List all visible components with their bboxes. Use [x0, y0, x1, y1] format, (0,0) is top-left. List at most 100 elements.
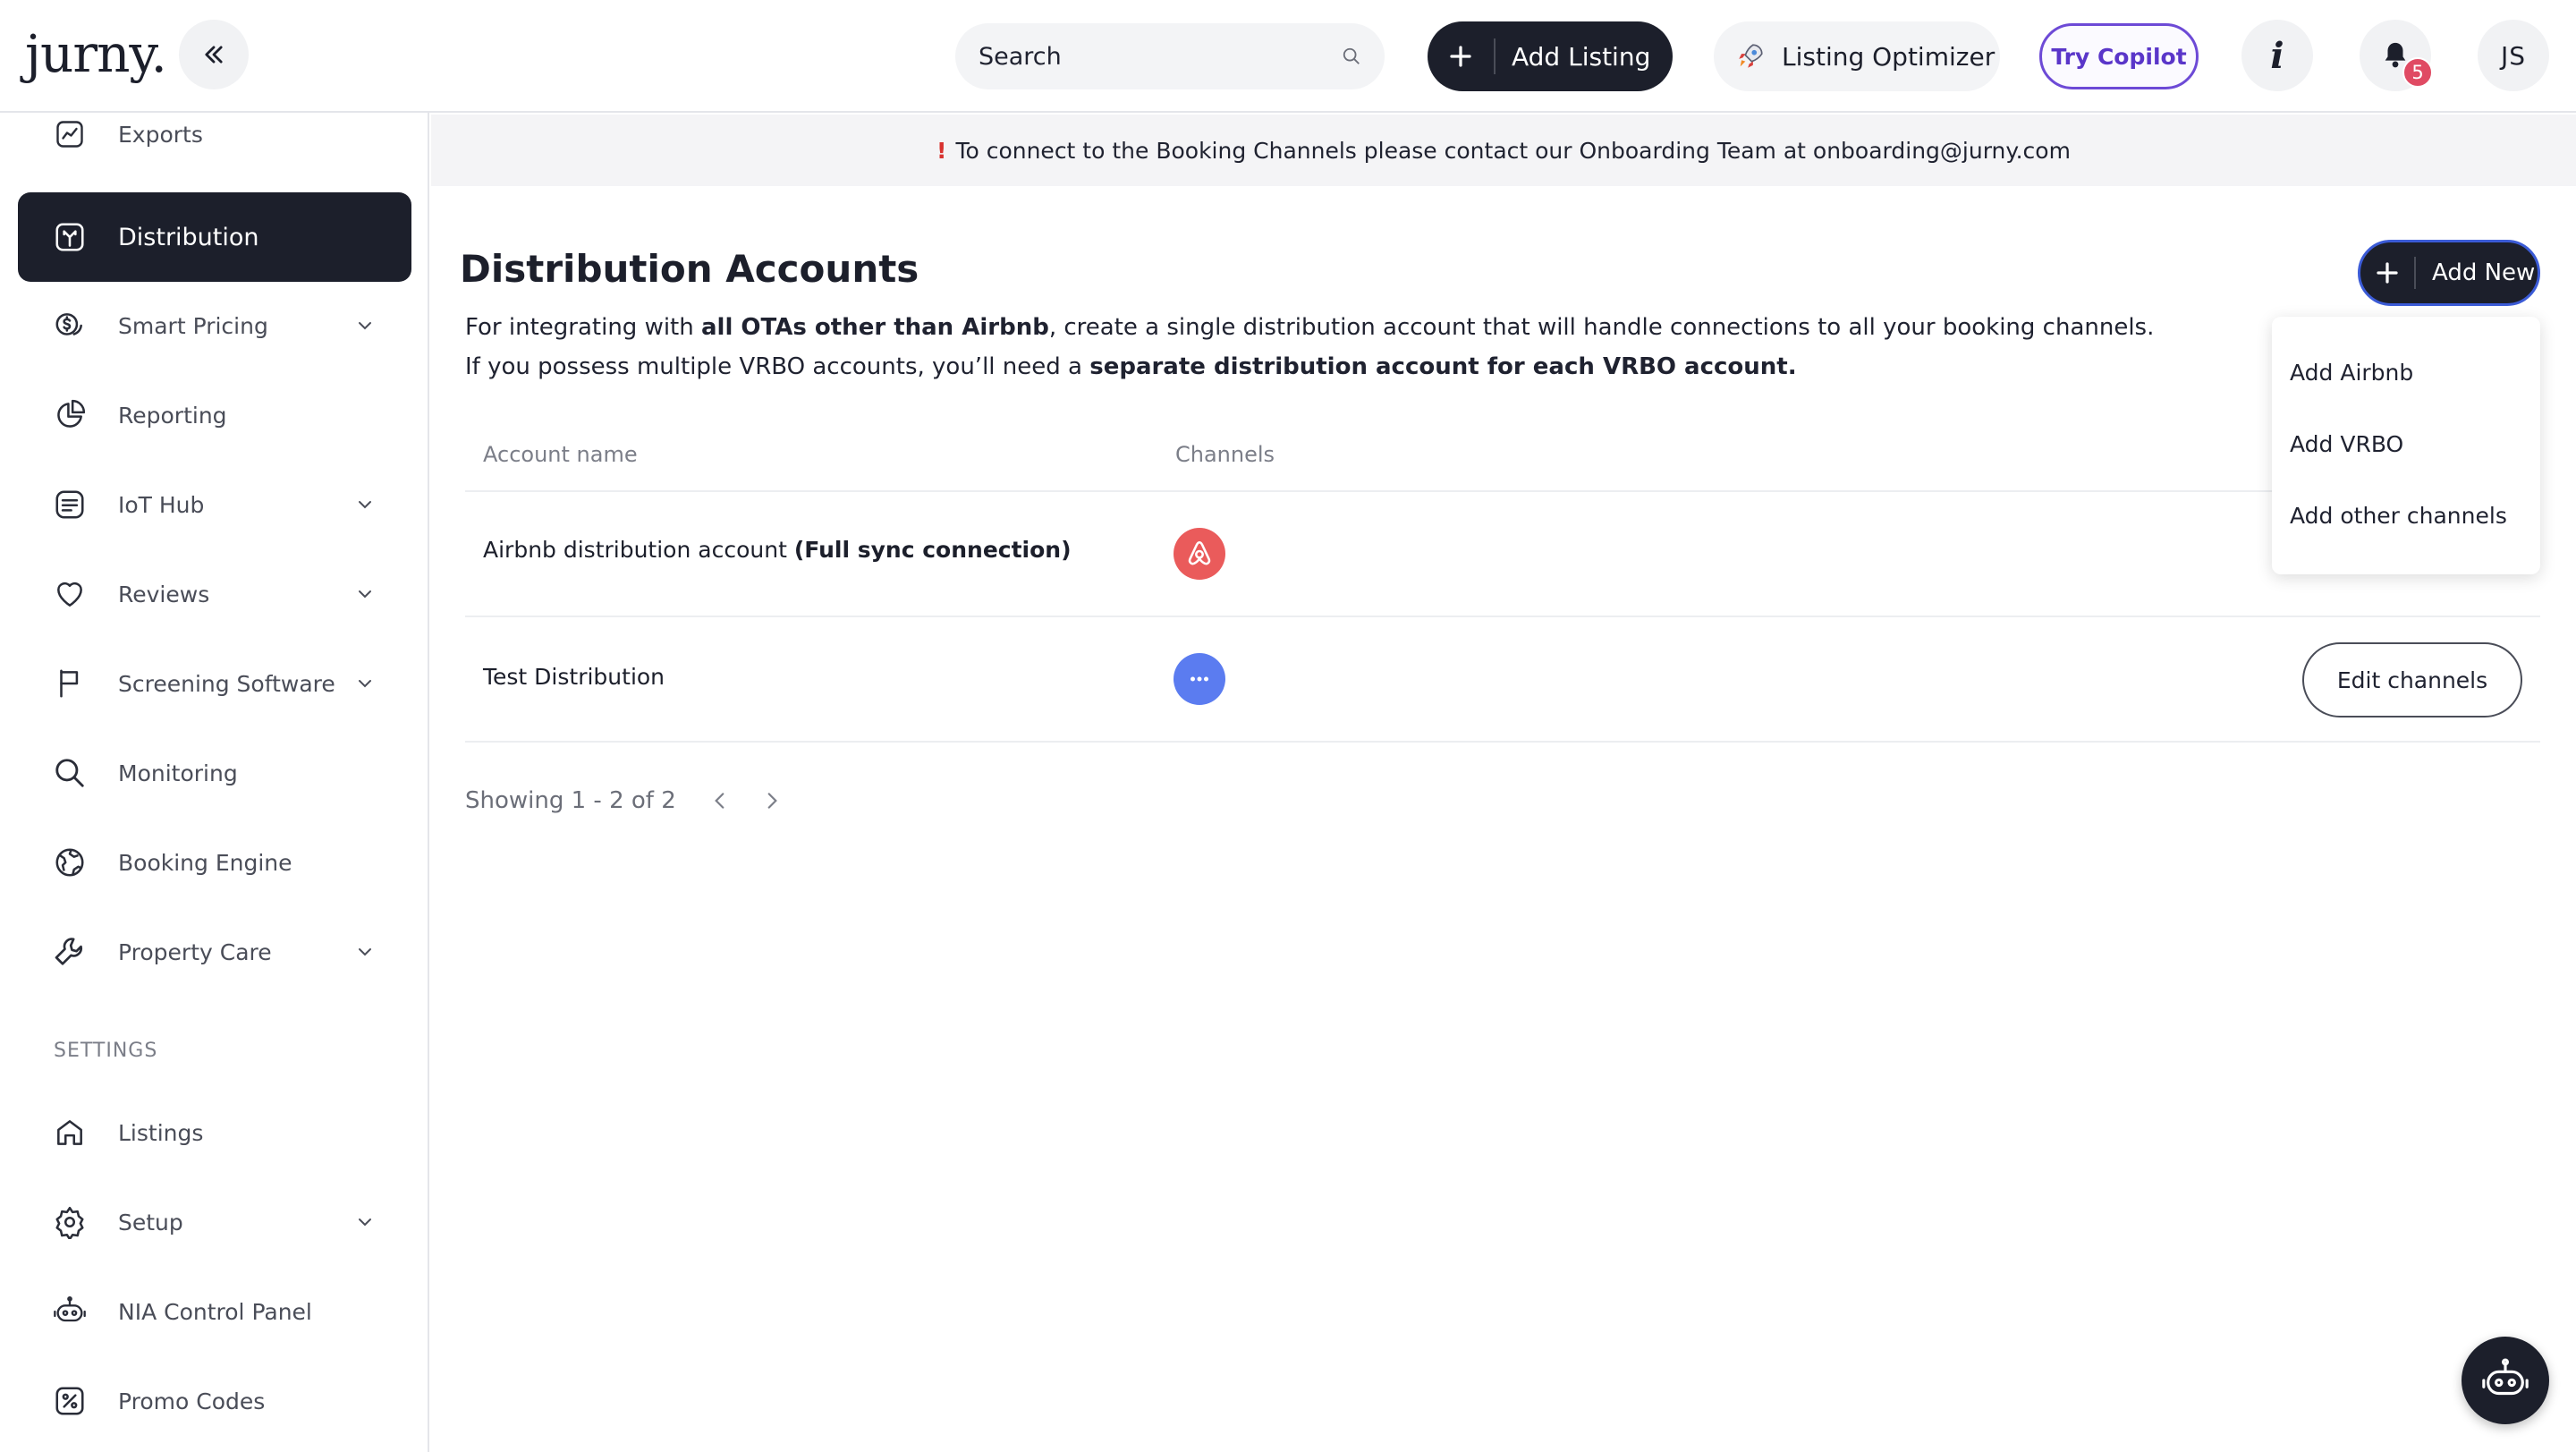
pagination-summary: Showing 1 - 2 of 2 — [465, 787, 676, 814]
sidebar-item-label: IoT Hub — [118, 491, 205, 518]
chevron-down-icon — [359, 322, 371, 330]
page-title: Distribution Accounts — [460, 247, 919, 291]
double-chevron-left-icon — [205, 46, 223, 64]
sidebar-item-label: Smart Pricing — [118, 312, 268, 339]
collapse-sidebar-button[interactable] — [179, 20, 249, 89]
sidebar-item-screening-software[interactable]: Screening Software — [18, 639, 411, 728]
sidebar-item-distribution[interactable]: Distribution — [18, 192, 411, 282]
edit-channels-button[interactable]: Edit channels — [2302, 642, 2522, 718]
add-new-button[interactable]: Add New — [2358, 240, 2540, 306]
chart-icon — [52, 116, 88, 152]
chevron-right-icon — [767, 793, 777, 809]
description-line-2: If you possess multiple VRBO accounts, y… — [465, 353, 1797, 380]
row-divider — [465, 490, 2540, 492]
dollar-icon — [52, 308, 88, 344]
jurny-logo[interactable]: jurny. — [25, 23, 167, 84]
sidebar-item-iot-hub[interactable]: IoT Hub — [18, 460, 411, 549]
sidebar-item-booking-engine[interactable]: Booking Engine — [18, 818, 411, 907]
onboarding-notice-banner: ! To connect to the Booking Channels ple… — [431, 115, 2576, 186]
listing-optimizer-label: Listing Optimizer — [1782, 41, 1996, 72]
robot-icon — [52, 1294, 88, 1329]
add-listing-label: Add Listing — [1512, 41, 1651, 72]
plus-icon — [2360, 257, 2416, 289]
sidebar-item-smart-pricing[interactable]: Smart Pricing — [18, 281, 411, 370]
account-name-cell: Airbnb distribution account (Full sync c… — [483, 537, 1072, 563]
sidebar-item-label: Promo Codes — [118, 1388, 266, 1414]
sidebar-item-reviews[interactable]: Reviews — [18, 549, 411, 639]
heart-icon — [52, 576, 88, 612]
gear-icon — [52, 1204, 88, 1240]
chevron-down-icon — [359, 590, 371, 599]
chevron-down-icon — [359, 501, 371, 509]
percent-icon — [52, 1383, 88, 1419]
settings-section-label: SETTINGS — [54, 1040, 158, 1062]
menu-item-add-other-channels[interactable]: Add other channels — [2272, 480, 2540, 551]
sidebar-item-label: Screening Software — [118, 670, 335, 697]
chevron-left-icon — [714, 793, 724, 809]
info-icon: i — [2270, 34, 2284, 77]
search-bar[interactable] — [955, 23, 1385, 89]
column-header-account-name: Account name — [483, 442, 638, 467]
rocket-icon — [1739, 44, 1763, 68]
iot-icon — [52, 487, 88, 522]
page-description: For integrating with all OTAs other than… — [465, 308, 2154, 386]
chevron-down-icon — [359, 948, 371, 956]
add-listing-button[interactable]: Add Listing — [1428, 21, 1673, 91]
sidebar-item-label: Setup — [118, 1209, 183, 1235]
description-line-1: For integrating with all OTAs other than… — [465, 314, 2155, 341]
robot-icon — [2482, 1358, 2529, 1396]
globe-icon — [52, 845, 88, 880]
sidebar-item-label: Exports — [118, 121, 203, 148]
sidebar-item-label: Reporting — [118, 402, 227, 429]
menu-item-add-vrbo[interactable]: Add VRBO — [2272, 408, 2540, 480]
search-icon — [1343, 47, 1360, 64]
sidebar-item-label: NIA Control Panel — [118, 1298, 312, 1325]
sidebar-item-listings[interactable]: Listings — [18, 1088, 411, 1177]
search-icon — [52, 755, 88, 791]
user-avatar[interactable]: JS — [2478, 20, 2549, 91]
wrench-icon — [52, 934, 88, 970]
column-header-channels: Channels — [1175, 442, 1275, 467]
notifications-button[interactable]: 5 — [2360, 20, 2433, 91]
sidebar-item-label: Reviews — [118, 581, 210, 607]
plus-icon — [1428, 38, 1496, 74]
info-button[interactable]: i — [2241, 20, 2313, 91]
pagination: Showing 1 - 2 of 2 — [465, 787, 784, 814]
more-icon — [1174, 653, 1225, 705]
notification-count-badge: 5 — [2402, 57, 2433, 88]
account-name-cell: Test Distribution — [483, 664, 665, 690]
add-new-label: Add New — [2432, 259, 2536, 286]
sidebar-item-nia-control-panel[interactable]: NIA Control Panel — [18, 1267, 411, 1356]
chevron-down-icon — [359, 1218, 371, 1227]
try-copilot-button[interactable]: Try Copilot — [2039, 23, 2199, 89]
add-new-dropdown-menu: Add Airbnb Add VRBO Add other channels — [2272, 317, 2540, 574]
next-page-button[interactable] — [760, 789, 784, 812]
notice-text: To connect to the Booking Channels pleas… — [955, 137, 2071, 164]
previous-page-button[interactable] — [708, 789, 732, 812]
sidebar-item-label: Distribution — [118, 223, 259, 251]
sidebar-item-monitoring[interactable]: Monitoring — [18, 728, 411, 818]
flag-icon — [52, 666, 88, 701]
pie-chart-icon — [52, 397, 88, 433]
sidebar-item-promo-codes[interactable]: Promo Codes — [18, 1356, 411, 1446]
sidebar-item-label: Listings — [118, 1119, 204, 1146]
chevron-down-icon — [359, 680, 371, 688]
sidebar-item-setup[interactable]: Setup — [18, 1177, 411, 1267]
sidebar-item-reporting[interactable]: Reporting — [18, 370, 411, 460]
row-divider — [465, 616, 2540, 617]
search-input[interactable] — [979, 42, 1342, 71]
home-icon — [52, 1115, 88, 1151]
sidebar-item-label: Monitoring — [118, 760, 238, 786]
listing-optimizer-button[interactable]: Listing Optimizer — [1714, 21, 2000, 91]
sidebar: Exports Distribution Smart Pricing Repor… — [0, 113, 429, 1452]
sidebar-item-exports[interactable]: Exports — [18, 89, 411, 179]
row-divider — [465, 741, 2540, 743]
sidebar-item-label: Property Care — [118, 938, 272, 965]
menu-item-add-airbnb[interactable]: Add Airbnb — [2272, 336, 2540, 408]
exclamation-icon: ! — [936, 137, 947, 164]
airbnb-icon — [1174, 528, 1225, 580]
sidebar-item-property-care[interactable]: Property Care — [18, 907, 411, 997]
distribution-icon — [52, 219, 88, 255]
nia-assistant-button[interactable] — [2462, 1337, 2549, 1424]
sidebar-item-label: Booking Engine — [118, 849, 292, 876]
